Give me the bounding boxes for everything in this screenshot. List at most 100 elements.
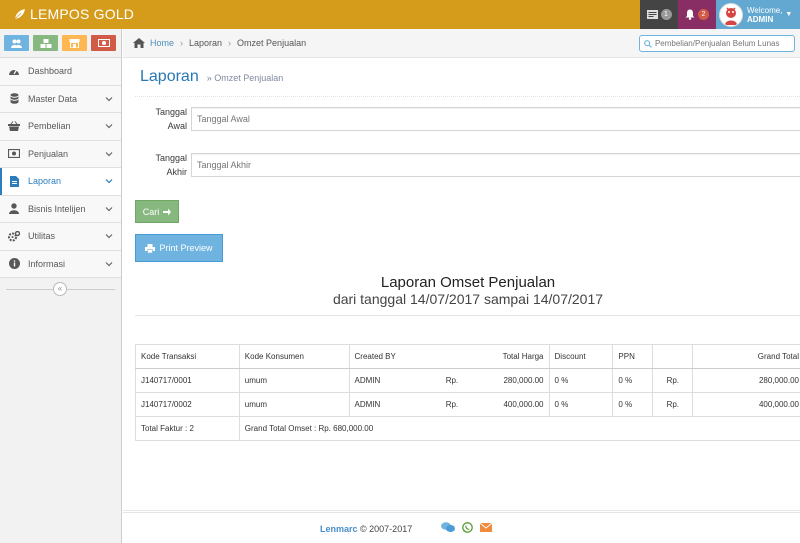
money-icon [97,39,110,47]
footer-copyright: © 2007-2017 [357,524,413,534]
print-icon [145,243,156,253]
sidebar-item-label: Utilitas [28,231,56,242]
th-created-by: Created BY [348,344,441,369]
breadcrumb-laporan[interactable]: Laporan [189,38,222,48]
tanggal-akhir-label: Tanggal Akhir [135,151,187,179]
table-header-row: Kode Transaksi Kode Konsumen Created BY … [135,344,800,369]
print-preview-label: Print Preview [159,243,213,253]
brand[interactable]: LEMPOS GOLD [14,6,134,22]
chevron-down-icon [105,179,113,184]
tanggal-akhir-label-line1: Tanggal [155,153,187,163]
breadcrumb-separator-icon: › [228,38,232,48]
cell-grand-total: 280,000.00 [692,368,800,393]
cari-button[interactable]: Cari [135,200,179,223]
shortcut-cubes-button[interactable] [33,35,58,51]
sidebar-item-label: Laporan [28,176,62,187]
shortcut-users-button[interactable] [4,35,29,51]
tanggal-awal-label-line2: Awal [167,121,187,131]
notifications-button[interactable]: 2 [678,0,716,29]
th-kode-konsumen: Kode Konsumen [238,344,350,369]
main-content: Laporan » Omzet Penjualan Tanggal Awal T… [123,58,800,510]
print-preview-button[interactable]: Print Preview [135,234,223,262]
chevron-down-icon [105,124,113,129]
page-header-divider [135,96,800,97]
search-input[interactable] [654,39,794,48]
caret-down-icon: ▼ [785,11,793,18]
leaf-icon [14,9,25,20]
cell-total-harga: 280,000.00 [463,368,550,393]
shortcut-money-button[interactable] [91,35,116,51]
sidebar-item-pembelian[interactable]: Pembelian [0,113,121,141]
user-icon [9,203,19,215]
tanggal-akhir-row: Tanggal Akhir [135,153,800,177]
cell-currency: Rp. [440,368,464,393]
page-header: Laporan » Omzet Penjualan [140,68,283,86]
th-ppn: PPN [612,344,654,369]
report-title: Laporan Omset Penjualan [380,274,556,291]
cell-discount: 0 % [548,368,614,393]
th-currency-1 [440,344,464,369]
table-summary-row: Total Faktur : 2 Grand Total Omset : Rp.… [135,416,800,441]
avatar [719,2,743,27]
tanggal-akhir-input[interactable] [191,153,800,177]
page-title: Laporan [140,68,199,85]
avatar-icon [725,6,737,25]
cubes-icon [40,38,51,48]
breadcrumb-separator-icon: › [180,38,184,48]
cell-created-by: ADMIN [348,368,441,393]
search-box [639,35,795,52]
th-total-harga: Total Harga [463,344,550,369]
breadcrumb: Home › Laporan › Omzet Penjualan [123,29,800,58]
tasks-icon [646,10,658,19]
report-divider [135,315,800,316]
cari-button-label: Cari [142,206,160,217]
user-menu[interactable]: Welcome, ADMIN ▼ [716,0,800,29]
sidebar: Dashboard Master Data Pembelian Penjuala… [0,29,122,543]
bell-icon [685,9,695,20]
cell-kode-transaksi: J140717/0001 [135,368,240,393]
tasks-button[interactable]: 1 [640,0,678,29]
sidebar-item-bisnis-intelijen[interactable]: Bisnis Intelijen [0,195,121,223]
breadcrumb-home-link[interactable]: Home [133,38,174,48]
chevron-down-icon [105,261,113,266]
th-discount: Discount [548,344,614,369]
shortcut-store-button[interactable] [62,35,87,51]
tanggal-awal-row: Tanggal Awal [135,107,800,131]
notifications-badge: 2 [698,9,709,20]
th-kode-transaksi: Kode Transaksi [135,344,240,369]
sidebar-collapse-row: « [0,278,121,300]
sidebar-collapse-button[interactable]: « [53,282,67,296]
sidebar-item-dashboard[interactable]: Dashboard [0,58,121,86]
user-name: ADMIN [747,14,774,24]
page-subtitle: » Omzet Penjualan [206,73,284,83]
cell-kode-konsumen: umum [238,392,350,417]
comments-icon[interactable] [441,522,455,533]
arrow-right-icon [163,208,172,215]
tanggal-akhir-label-line2: Akhir [166,167,187,177]
file-icon [9,175,19,187]
sidebar-item-informasi[interactable]: Informasi [0,250,121,278]
sidebar-item-laporan[interactable]: Laporan [0,168,121,196]
sidebar-item-utilitas[interactable]: Utilitas [0,223,121,251]
envelope-icon[interactable] [480,523,492,532]
sidebar-item-master-data[interactable]: Master Data [0,85,121,113]
user-welcome: Welcome, [747,5,783,15]
tanggal-awal-input[interactable] [191,107,800,131]
sidebar-item-penjualan[interactable]: Penjualan [0,140,121,168]
footer-brand: Lenmarc [320,524,358,534]
th-currency-2 [652,344,694,369]
cell-kode-transaksi: J140717/0002 [135,392,240,417]
chevron-down-icon [105,96,113,101]
cell-total-harga: 400,000.00 [463,392,550,417]
sidebar-item-label: Pembelian [28,121,71,132]
cell-ppn: 0 % [612,392,654,417]
breadcrumb-home-label: Home [150,38,175,48]
footer: Lenmarc © 2007-2017 [123,510,800,543]
footer-icons [441,522,492,533]
info-icon [8,258,20,270]
dashboard-icon [9,69,19,76]
chevron-down-icon [105,206,113,211]
whatsapp-icon[interactable] [462,522,473,533]
store-icon [69,38,80,48]
cell-currency: Rp. [440,392,464,417]
